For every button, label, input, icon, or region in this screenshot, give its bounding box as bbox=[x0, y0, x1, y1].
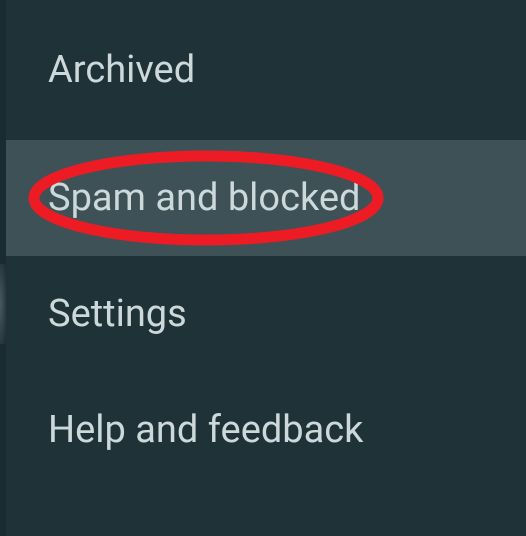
menu-item-settings[interactable]: Settings bbox=[6, 256, 526, 372]
menu-item-label: Help and feedback bbox=[48, 408, 363, 452]
menu-item-help-and-feedback[interactable]: Help and feedback bbox=[6, 372, 526, 488]
menu-item-label: Spam and blocked bbox=[48, 176, 360, 220]
menu-item-label: Settings bbox=[48, 292, 187, 336]
menu-item-spam-and-blocked[interactable]: Spam and blocked bbox=[6, 140, 526, 256]
navigation-drawer: Archived Spam and blocked Settings Help … bbox=[6, 0, 526, 536]
menu-item-label: Archived bbox=[48, 48, 195, 92]
menu-item-archived[interactable]: Archived bbox=[6, 0, 526, 140]
